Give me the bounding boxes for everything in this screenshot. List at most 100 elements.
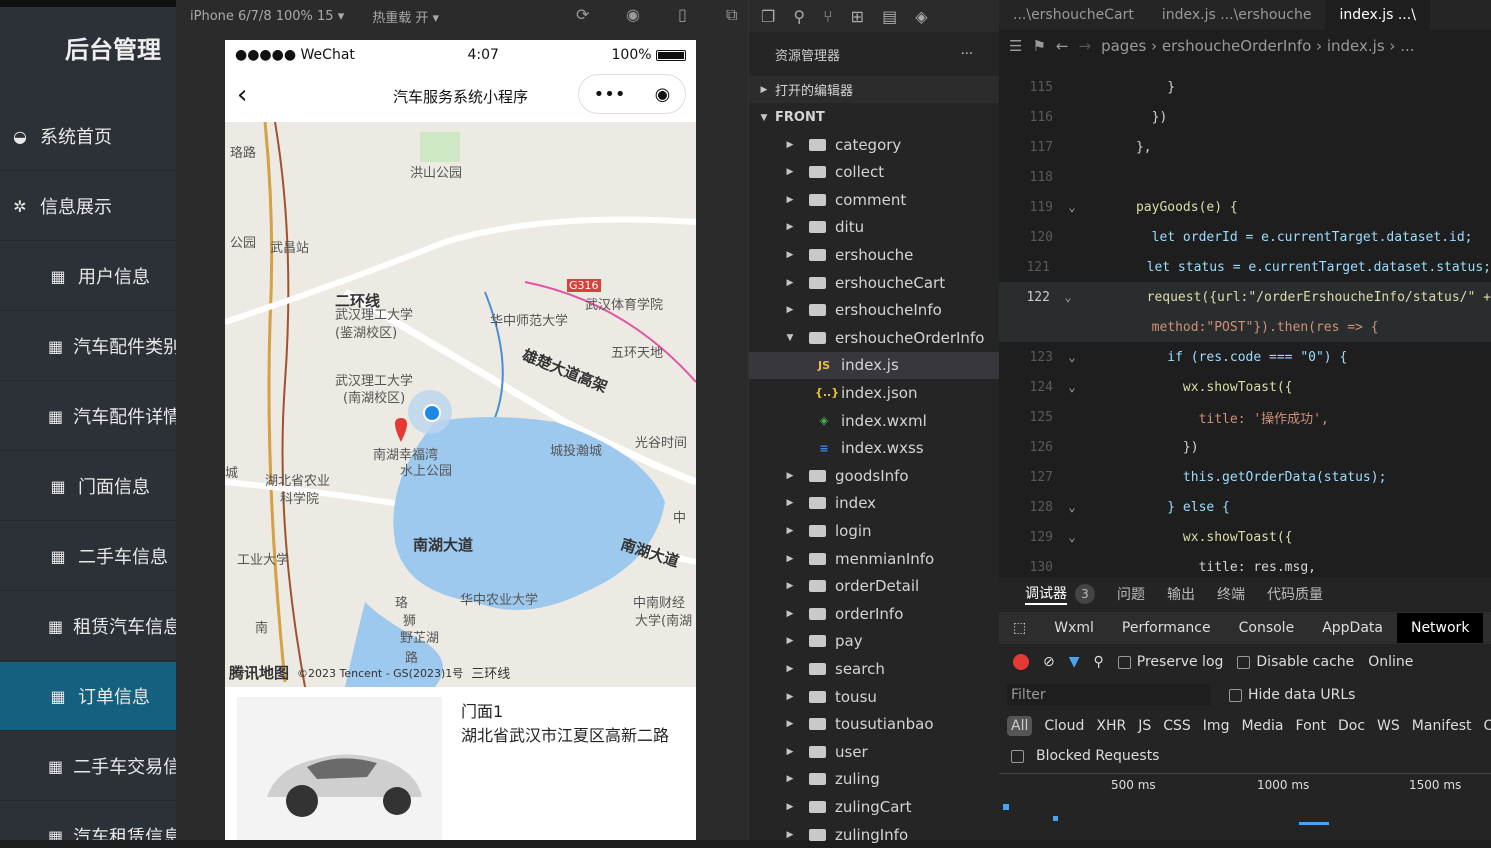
phone-icon[interactable]: ▯ (678, 5, 687, 24)
folder-item[interactable]: ▶ zuling (749, 766, 1000, 793)
type-filter[interactable]: Manifest (1412, 718, 1472, 734)
type-filter[interactable]: Cloud (1044, 718, 1084, 734)
folder-item[interactable]: ▶ zulingCart (749, 793, 1000, 820)
filter-icon[interactable]: ▼ (1069, 654, 1080, 670)
files-icon[interactable]: ❐ (761, 7, 775, 26)
type-filter[interactable]: Font (1296, 718, 1326, 734)
type-filter[interactable]: CSS (1163, 718, 1191, 734)
panel-tab[interactable]: Performance (1108, 613, 1225, 643)
record-icon[interactable] (1013, 654, 1029, 670)
disable-cache-checkbox[interactable]: Disable cache (1237, 654, 1354, 670)
folder-item[interactable]: ▶ category (749, 131, 1000, 158)
folder-item[interactable]: ▶ tousu (749, 683, 1000, 710)
fold-chevron-icon[interactable]: ⌄ (1052, 290, 1084, 304)
forward-arrow-icon[interactable]: → (1078, 37, 1091, 55)
store-image[interactable] (237, 697, 442, 840)
folder-item[interactable]: ▶ index (749, 490, 1000, 517)
fold-chevron-icon[interactable]: ⌄ (1055, 500, 1089, 514)
inspect-icon[interactable]: ⬚ (999, 613, 1040, 643)
hide-data-urls-checkbox[interactable]: Hide data URLs (1229, 687, 1355, 703)
hotreload-select[interactable]: 热重载 开 ▾ (372, 7, 439, 26)
menu-item[interactable]: ▦ 订单信息 (0, 662, 176, 731)
source-control-icon[interactable]: ⑂ (823, 7, 833, 26)
back-icon[interactable]: ‹ (237, 80, 247, 110)
type-filter[interactable]: XHR (1096, 718, 1126, 734)
panel-tab[interactable]: AppData (1308, 613, 1397, 643)
bookmark-icon[interactable]: ⚑ (1032, 37, 1045, 55)
layout-icon[interactable]: ▤ (882, 7, 897, 26)
breadcrumb-item[interactable]: ... (1400, 37, 1414, 55)
docker-icon[interactable]: ◈ (915, 7, 927, 26)
editor-tab[interactable]: index.js ...\ (1325, 0, 1430, 30)
folder-item[interactable]: ▶ login (749, 517, 1000, 544)
type-filter[interactable]: JS (1138, 718, 1151, 734)
search-icon[interactable]: ⚲ (793, 7, 805, 26)
folder-item[interactable]: ▶ search (749, 655, 1000, 682)
devtools-tab[interactable]: 终端 (1217, 584, 1245, 604)
editor-tab[interactable]: index.js ...\ershouche (1148, 0, 1326, 30)
devtools-tab[interactable]: 输出 (1167, 584, 1195, 604)
close-capsule-icon[interactable]: ◉ (655, 84, 671, 105)
filter-input[interactable]: Filter (1007, 684, 1211, 706)
folder-item[interactable]: ▶ user (749, 738, 1000, 765)
menu-item[interactable]: ◒ 系统首页 (0, 102, 176, 171)
folder-item[interactable]: ▶ ershoucheInfo (749, 297, 1000, 324)
map-view[interactable]: 洪山公园 武昌站 二环线 武汉理工大学 (鉴湖校区) 华中师范大学 G316 武汉体育学院 雄楚… (225, 122, 696, 687)
file-item[interactable]: JS index.js (749, 351, 1000, 379)
type-filter[interactable]: O (1484, 718, 1491, 734)
folder-item[interactable]: ▶ pay (749, 628, 1000, 655)
menu-item[interactable]: ▦ 二手车交易信息 (0, 732, 176, 801)
folder-item[interactable]: ▶ collect (749, 159, 1000, 186)
folder-item[interactable]: ▶ zulingInfo (749, 821, 1000, 848)
extensions-icon[interactable]: ⊞ (851, 7, 864, 26)
throttle-select[interactable]: Online (1368, 654, 1413, 670)
folder-item[interactable]: ▶ ershouche (749, 241, 1000, 268)
folder-item[interactable]: ▶ orderInfo (749, 600, 1000, 627)
type-filter[interactable]: All (1007, 716, 1033, 736)
folder-item[interactable]: ▶ ditu (749, 214, 1000, 241)
type-filter[interactable]: Media (1241, 718, 1283, 734)
type-filter[interactable]: Doc (1338, 718, 1365, 734)
editor-tab[interactable]: ...\ershoucheCart (999, 0, 1148, 30)
clear-icon[interactable]: ⊘ (1043, 654, 1055, 670)
folder-item[interactable]: ▶ comment (749, 186, 1000, 213)
preserve-log-checkbox[interactable]: Preserve log (1117, 654, 1223, 670)
menu-item[interactable]: ▦ 汽车配件类别 (0, 312, 176, 381)
type-filter[interactable]: WS (1377, 718, 1400, 734)
open-editors-section[interactable]: ▶ 打开的编辑器 (749, 76, 1000, 103)
menu-item[interactable]: ▦ 汽车租赁信息 (0, 802, 176, 841)
menu-item[interactable]: ▦ 门面信息 (0, 452, 176, 521)
panel-tab[interactable]: Network (1396, 613, 1484, 643)
panel-tab[interactable]: Wxml (1040, 613, 1108, 643)
file-item[interactable]: ◈ index.wxml (749, 407, 1000, 434)
folder-item[interactable]: ▼ ershoucheOrderInfo (749, 324, 1000, 351)
folder-item[interactable]: ▶ tousutianbao (749, 711, 1000, 738)
devtools-tab[interactable]: 调试器 (1025, 583, 1067, 605)
type-filter[interactable]: Img (1203, 718, 1230, 734)
device-select[interactable]: iPhone 6/7/8 100% 15 ▾ (190, 9, 344, 24)
refresh-icon[interactable]: ⟳ (576, 5, 589, 24)
fold-chevron-icon[interactable]: ⌄ (1055, 200, 1089, 214)
more-actions-icon[interactable]: ··· (961, 47, 973, 62)
blocked-requests-checkbox[interactable]: Blocked Requests (999, 744, 1491, 768)
more-icon[interactable]: ••• (594, 84, 626, 105)
stop-icon[interactable]: ◉ (626, 5, 640, 24)
file-item[interactable]: {..} index.json (749, 379, 1000, 406)
folder-item[interactable]: ▶ goodsInfo (749, 462, 1000, 489)
panel-tab[interactable]: Console (1225, 613, 1309, 643)
menu-item[interactable]: ✲ 信息展示 (0, 172, 176, 241)
devtools-tab[interactable]: 问题 (1117, 584, 1145, 604)
back-arrow-icon[interactable]: ← (1056, 37, 1069, 55)
file-item[interactable]: ≡ index.wxss (749, 435, 1000, 462)
root-folder[interactable]: ▼ FRONT (749, 104, 1000, 131)
devtools-tab[interactable]: 代码质量 (1267, 584, 1323, 604)
fold-chevron-icon[interactable]: ⌄ (1055, 380, 1089, 394)
folder-item[interactable]: ▶ ershoucheCart (749, 269, 1000, 296)
fold-chevron-icon[interactable]: ⌄ (1055, 350, 1089, 364)
breadcrumb-item[interactable]: ershoucheOrderInfo (1162, 37, 1311, 55)
folder-item[interactable]: ▶ menmianInfo (749, 545, 1000, 572)
menu-item[interactable]: ▦ 用户信息 (0, 242, 176, 311)
menu-item[interactable]: ▦ 二手车信息 (0, 522, 176, 591)
menu-item[interactable]: ▦ 租赁汽车信息 (0, 592, 176, 661)
breadcrumb-item[interactable]: index.js (1327, 37, 1385, 55)
